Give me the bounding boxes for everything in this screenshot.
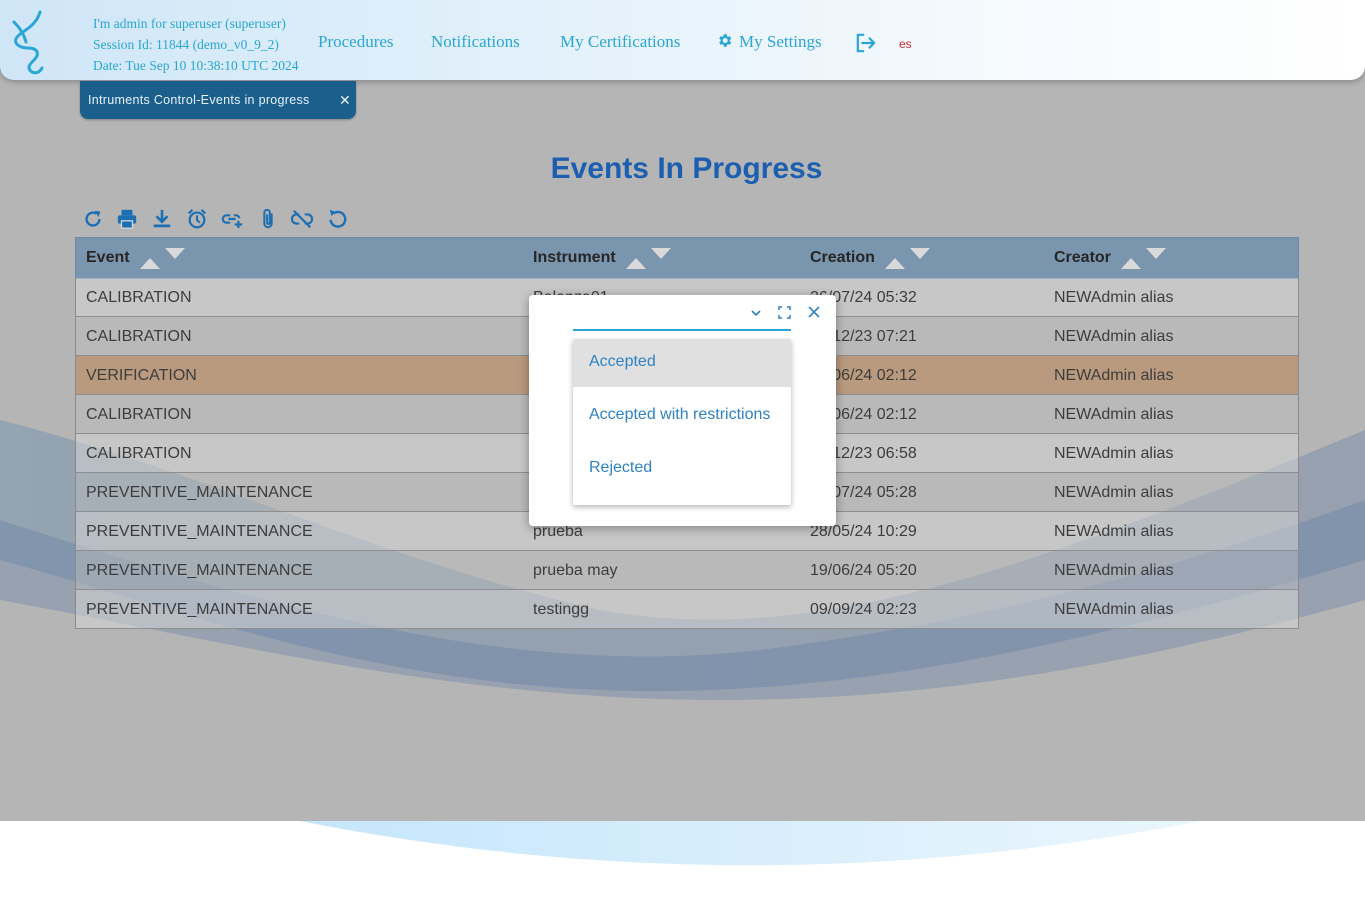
sort-controls — [1115, 248, 1167, 269]
table-header: Event Instrument Creation Creator — [75, 237, 1299, 279]
cell-creation: 09/09/24 02:23 — [810, 601, 917, 618]
cell-creator: NEWAdmin alias — [1054, 484, 1174, 501]
session-id: Session Id: 11844 (demo_v0_9_2) — [93, 37, 279, 52]
cell-creator: NEWAdmin alias — [1054, 328, 1174, 345]
cell-event: CALIBRATION — [86, 328, 192, 345]
nav-settings[interactable]: My Settings — [716, 32, 822, 52]
link-add-icon[interactable] — [221, 208, 243, 232]
print-icon[interactable] — [116, 208, 138, 232]
cell-creator: NEWAdmin alias — [1054, 445, 1174, 462]
cell-creator: NEWAdmin alias — [1054, 523, 1174, 540]
sort-controls — [134, 248, 186, 269]
close-icon[interactable] — [808, 306, 820, 318]
sort-asc-icon[interactable] — [626, 258, 647, 269]
nav-procedures[interactable]: Procedures — [318, 32, 394, 52]
cell-event: PREVENTIVE_MAINTENANCE — [86, 562, 313, 579]
cell-event: PREVENTIVE_MAINTENANCE — [86, 484, 313, 501]
nav-settings-label: My Settings — [739, 32, 822, 51]
header-instrument[interactable]: Instrument — [533, 248, 672, 269]
header-event[interactable]: Event — [86, 248, 186, 269]
tab-label: Intruments Control-Events in progress — [88, 93, 310, 107]
decision-select[interactable] — [573, 315, 791, 331]
session-user: I'm admin for superuser (superuser) — [93, 16, 286, 31]
cell-event: CALIBRATION — [86, 445, 192, 462]
refresh-icon[interactable] — [82, 208, 104, 232]
tab-events-in-progress[interactable]: Intruments Control-Events in progress ✕ — [80, 81, 356, 119]
link-off-icon[interactable] — [290, 208, 314, 232]
sort-desc-icon[interactable] — [165, 248, 186, 259]
decision-dialog: Accepted Accepted with restrictions Reje… — [529, 295, 836, 526]
cell-instrument: prueba may — [533, 562, 618, 579]
app-header: I'm admin for superuser (superuser) Sess… — [0, 0, 1365, 80]
cell-creator: NEWAdmin alias — [1054, 601, 1174, 618]
sort-asc-icon[interactable] — [885, 258, 906, 269]
page-title: Events In Progress — [550, 152, 823, 185]
attachment-icon[interactable] — [257, 208, 279, 232]
sort-controls — [620, 248, 672, 269]
sort-desc-icon[interactable] — [651, 248, 672, 259]
sort-desc-icon[interactable] — [910, 248, 931, 259]
download-icon[interactable] — [151, 208, 173, 232]
sort-desc-icon[interactable] — [1146, 248, 1167, 259]
app-logo — [12, 10, 44, 75]
cell-creator: NEWAdmin alias — [1054, 289, 1174, 306]
logout-icon[interactable] — [855, 33, 877, 53]
session-info: I'm admin for superuser (superuser) Sess… — [93, 13, 299, 76]
table-row[interactable]: PREVENTIVE_MAINTENANCE testingg 09/09/24… — [75, 590, 1299, 629]
cell-event: VERIFICATION — [86, 367, 197, 384]
option-accepted[interactable]: Accepted — [573, 339, 791, 387]
option-accepted-with-restrictions[interactable]: Accepted with restrictions — [573, 392, 791, 440]
cell-creation: 19/06/24 05:20 — [810, 562, 917, 579]
table-row[interactable]: PREVENTIVE_MAINTENANCE prueba may 19/06/… — [75, 551, 1299, 590]
nav-certifications[interactable]: My Certifications — [560, 32, 680, 52]
sort-asc-icon[interactable] — [140, 258, 161, 269]
gear-icon — [719, 34, 732, 47]
decision-options-list: Accepted Accepted with restrictions Reje… — [573, 339, 791, 505]
cell-instrument: testingg — [533, 601, 590, 618]
cell-creator: NEWAdmin alias — [1054, 562, 1174, 579]
alarm-icon[interactable] — [186, 208, 208, 232]
cell-event: PREVENTIVE_MAINTENANCE — [86, 523, 313, 540]
cell-event: CALIBRATION — [86, 406, 192, 423]
header-creation[interactable]: Creation — [810, 248, 931, 269]
session-date: Date: Tue Sep 10 10:38:10 UTC 2024 — [93, 58, 299, 73]
sort-controls — [879, 248, 931, 269]
sort-asc-icon[interactable] — [1121, 258, 1142, 269]
nav-notifications[interactable]: Notifications — [431, 32, 520, 52]
tab-close-icon[interactable]: ✕ — [339, 92, 351, 109]
language-switch[interactable]: es — [899, 37, 912, 51]
header-creator[interactable]: Creator — [1054, 248, 1167, 269]
option-rejected[interactable]: Rejected — [573, 445, 791, 493]
cell-event: CALIBRATION — [86, 289, 192, 306]
undo-icon[interactable] — [326, 208, 348, 232]
cell-creator: NEWAdmin alias — [1054, 406, 1174, 423]
cell-creator: NEWAdmin alias — [1054, 367, 1174, 384]
cell-event: PREVENTIVE_MAINTENANCE — [86, 601, 313, 618]
